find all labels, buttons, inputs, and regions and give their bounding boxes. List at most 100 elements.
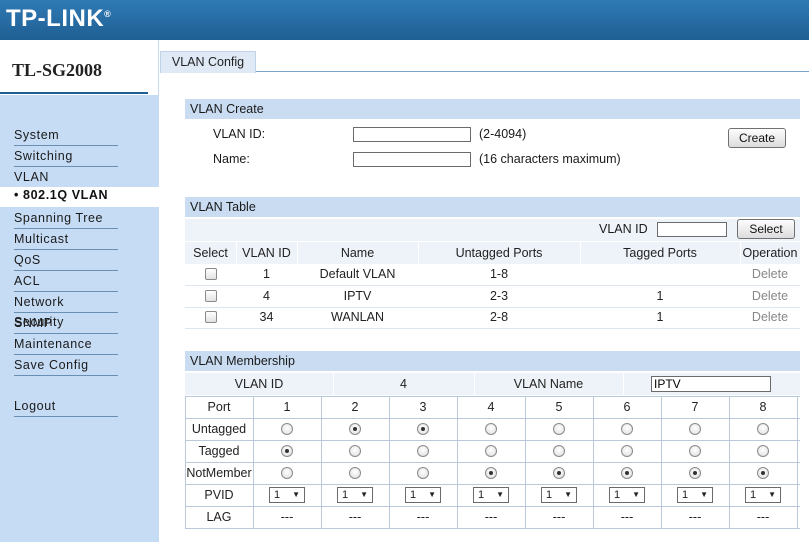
- pvid-value: 1: [750, 489, 757, 501]
- port-header: 7: [691, 400, 699, 414]
- nav-acl[interactable]: ACL: [14, 271, 118, 292]
- vlan-id-input[interactable]: [353, 127, 471, 142]
- row-checkbox[interactable]: [205, 290, 217, 302]
- pvid-select[interactable]: 1 ▼: [337, 487, 373, 503]
- vlan-search-label: VLAN ID: [599, 222, 648, 236]
- row-vlan-id: 4: [263, 289, 270, 303]
- port-radio-notmember[interactable]: [349, 467, 361, 479]
- port-radio-tagged[interactable]: [281, 445, 293, 457]
- port-radio-untagged[interactable]: [689, 423, 701, 435]
- tab-vlan-config[interactable]: VLAN Config: [160, 51, 256, 73]
- chevron-down-icon: ▼: [496, 490, 504, 499]
- row-delete-link[interactable]: Delete: [740, 286, 800, 306]
- port-radio-tagged[interactable]: [349, 445, 361, 457]
- nav-save-config[interactable]: Save Config: [14, 355, 118, 376]
- pvid-select[interactable]: 1 ▼: [677, 487, 713, 503]
- col-tagged: Tagged Ports: [623, 246, 697, 260]
- tab-bar-line: [256, 71, 809, 72]
- chevron-down-icon: ▼: [428, 490, 436, 499]
- model-box: TL-SG2008: [0, 40, 159, 95]
- pvid-select[interactable]: 1 ▼: [405, 487, 441, 503]
- vlan-search-input[interactable]: [657, 222, 727, 237]
- nav-vlan[interactable]: VLAN: [14, 167, 118, 188]
- pvid-value: 1: [682, 489, 689, 501]
- lag-value: ---: [552, 510, 566, 524]
- vlan-name-input[interactable]: [353, 152, 471, 167]
- port-radio-notmember[interactable]: [417, 467, 429, 479]
- nav-spanning-tree[interactable]: Spanning Tree: [14, 208, 118, 229]
- nav-8021q-vlan[interactable]: • 802.1Q VLAN: [0, 187, 159, 207]
- vlan-create-title: VLAN Create: [185, 99, 800, 119]
- pvid-select[interactable]: 1 ▼: [269, 487, 305, 503]
- pvid-select[interactable]: 1 ▼: [473, 487, 509, 503]
- port-radio-tagged[interactable]: [417, 445, 429, 457]
- membership-vlan-id-label: VLAN ID: [234, 377, 284, 391]
- port-radio-tagged[interactable]: [485, 445, 497, 457]
- port-radio-tagged[interactable]: [757, 445, 769, 457]
- port-radio-untagged[interactable]: [417, 423, 429, 435]
- membership-row-label: NotMember: [186, 466, 252, 480]
- lag-value: ---: [280, 510, 294, 524]
- nav-maintenance[interactable]: Maintenance: [14, 334, 118, 355]
- chevron-down-icon: ▼: [564, 490, 572, 499]
- chevron-down-icon: ▼: [360, 490, 368, 499]
- row-vlan-id: 34: [259, 310, 274, 324]
- nav-network-security[interactable]: Network Security: [14, 292, 118, 329]
- grid-hline: [185, 484, 800, 485]
- vlan-id-label: VLAN ID:: [213, 127, 266, 141]
- col-select: Select: [193, 246, 228, 260]
- port-radio-untagged[interactable]: [349, 423, 361, 435]
- port-radio-tagged[interactable]: [621, 445, 633, 457]
- port-header: 4: [487, 400, 495, 414]
- port-header: 6: [623, 400, 631, 414]
- port-radio-notmember[interactable]: [757, 467, 769, 479]
- nav-system[interactable]: System: [14, 125, 118, 146]
- tplink-logo: TP-LINK®: [6, 5, 112, 32]
- name-hint: (16 characters maximum): [479, 152, 621, 166]
- port-radio-untagged[interactable]: [757, 423, 769, 435]
- row-name: IPTV: [343, 289, 372, 303]
- row-checkbox[interactable]: [205, 268, 217, 280]
- col-operation: Operation: [742, 246, 798, 260]
- row-checkbox[interactable]: [205, 311, 217, 323]
- lag-value: ---: [348, 510, 362, 524]
- nav-multicast[interactable]: Multicast: [14, 229, 118, 250]
- nav-qos[interactable]: QoS: [14, 250, 118, 271]
- nav-switching[interactable]: Switching: [14, 146, 118, 167]
- pvid-select[interactable]: 1 ▼: [745, 487, 781, 503]
- nav-8021q-vlan-label: • 802.1Q VLAN: [14, 188, 109, 202]
- membership-vlan-name-input[interactable]: [651, 376, 771, 392]
- port-radio-untagged[interactable]: [281, 423, 293, 435]
- port-radio-notmember[interactable]: [485, 467, 497, 479]
- grid-hline: [185, 440, 800, 441]
- pvid-value: 1: [546, 489, 553, 501]
- row-vlan-id: 1: [263, 267, 270, 281]
- port-radio-notmember[interactable]: [689, 467, 701, 479]
- port-radio-tagged[interactable]: [553, 445, 565, 457]
- pvid-select[interactable]: 1 ▼: [609, 487, 645, 503]
- pvid-select[interactable]: 1 ▼: [541, 487, 577, 503]
- port-radio-tagged[interactable]: [689, 445, 701, 457]
- select-button[interactable]: Select: [737, 219, 795, 239]
- port-radio-untagged[interactable]: [621, 423, 633, 435]
- lag-value: ---: [620, 510, 634, 524]
- membership-row-label: Port: [207, 400, 231, 414]
- port-radio-notmember[interactable]: [553, 467, 565, 479]
- vlan-membership-title: VLAN Membership: [185, 351, 800, 371]
- nav-snmp[interactable]: SNMP: [14, 313, 118, 334]
- port-header: 3: [419, 400, 427, 414]
- col-name: Name: [340, 246, 375, 260]
- port-radio-notmember[interactable]: [621, 467, 633, 479]
- row-delete-link[interactable]: Delete: [740, 264, 800, 284]
- lag-value: ---: [688, 510, 702, 524]
- port-radio-untagged[interactable]: [553, 423, 565, 435]
- grid-hline: [185, 528, 800, 529]
- row-delete-link[interactable]: Delete: [740, 307, 800, 327]
- port-radio-notmember[interactable]: [281, 467, 293, 479]
- lag-value: ---: [756, 510, 770, 524]
- nav-logout[interactable]: Logout: [14, 396, 118, 417]
- chevron-down-icon: ▼: [632, 490, 640, 499]
- create-button[interactable]: Create: [728, 128, 786, 148]
- tab-bar: [159, 40, 809, 73]
- port-radio-untagged[interactable]: [485, 423, 497, 435]
